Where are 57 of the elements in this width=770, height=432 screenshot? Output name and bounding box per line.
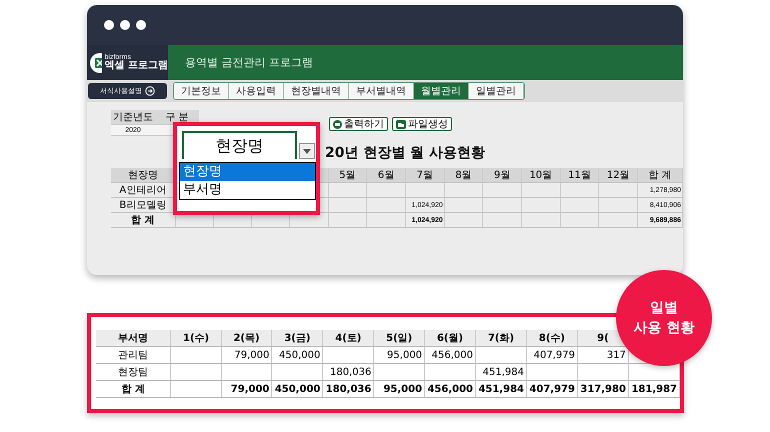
table-cell: 79,000	[221, 346, 272, 364]
app-title: 용역별 금전관리 프로그램	[185, 55, 313, 70]
table-header-cell: 8(수)	[526, 330, 578, 346]
table-header-cell: 현장명	[111, 168, 176, 182]
window-dots-icon	[103, 19, 147, 31]
table-cell: 합 계	[96, 380, 171, 398]
table-header-cell: 11월	[560, 168, 599, 182]
table-cell: 407,979	[526, 380, 578, 398]
nav-tab[interactable]: 월별관리	[414, 83, 469, 99]
table-cell: 451,984	[476, 380, 526, 398]
dropdown-option[interactable]: 현장명	[180, 163, 315, 181]
table-cell: 407,979	[526, 346, 578, 364]
dropdown-field[interactable]: 현장명	[182, 131, 297, 159]
table-cell: 450,000	[272, 380, 323, 398]
table-header-cell: 1(수)	[170, 330, 222, 346]
table-cell: 180,036	[322, 380, 374, 398]
table-header-cell: 7(화)	[476, 330, 526, 346]
logo-title: 엑셀 프로그램	[104, 61, 168, 71]
table-cell: 181,987	[628, 380, 680, 398]
table-cell: 451,984	[476, 364, 526, 380]
table-cell: 180,036	[322, 364, 374, 380]
table-header-cell: 기준년도	[111, 110, 155, 124]
badge-text: 일별	[650, 299, 678, 317]
table-header-cell: 8월	[444, 168, 483, 182]
table-cell: 79,000	[221, 380, 272, 398]
table-header-cell: 10월	[521, 168, 560, 182]
badge-text: 사용 현황	[634, 319, 694, 337]
table-cell: 456,000	[424, 346, 476, 364]
table-header-cell: 6(월)	[424, 330, 476, 346]
table-header-cell: 합 계	[638, 168, 682, 182]
table-header-cell: 부서명	[96, 330, 171, 346]
table-header-cell: 3(금)	[272, 330, 323, 346]
table-header-cell: 9월	[482, 168, 522, 182]
table-header-cell: 6월	[366, 168, 406, 182]
dropdown-button[interactable]	[299, 143, 315, 159]
nav-tab[interactable]: 기본정보	[174, 83, 229, 99]
table-cell: 관리팀	[96, 346, 171, 364]
table-cell: 95,000	[374, 346, 425, 364]
caret-icon	[303, 148, 311, 154]
table-header-cell: 5(일)	[374, 330, 425, 346]
table-header-cell: 7월	[405, 168, 444, 182]
report-title: 20년 현장별 월 사용현황	[325, 144, 486, 162]
table-cell: 현장팀	[96, 364, 171, 380]
table-header-cell: 2(목)	[221, 330, 272, 346]
arrow-circle-icon	[145, 86, 155, 96]
table-cell: 317,980	[577, 380, 628, 398]
toolbar-button[interactable]: 파일생성	[392, 117, 452, 131]
table-header-cell: 4(토)	[322, 330, 374, 346]
table-cell: 456,000	[424, 380, 476, 398]
spreadsheet-icon	[90, 52, 102, 72]
table-header-cell: 5월	[328, 168, 367, 182]
table-header-cell: 12월	[598, 168, 638, 182]
toolbar-button[interactable]: 출력하기	[329, 117, 388, 131]
dropdown-option[interactable]: 부서명	[180, 181, 315, 199]
table-cell: 95,000	[374, 380, 425, 398]
table-cell: 450,000	[272, 346, 323, 364]
folder-icon	[396, 120, 406, 128]
